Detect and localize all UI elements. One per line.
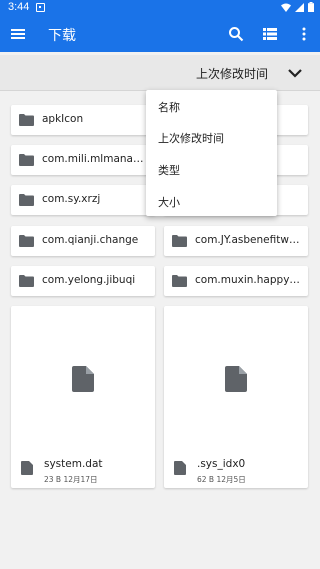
folder-icon [19,194,34,206]
file-item[interactable]: system.dat 23 B 12月17日 [11,306,155,488]
menu-button[interactable] [8,24,28,44]
menu-item-size[interactable]: 大小 [158,194,180,210]
status-time: 3:44 [8,1,30,13]
folder-name: com.yelong.jibuqi [42,274,136,286]
folder-icon [19,275,34,287]
folder-item[interactable]: com.mili.mlmanager [11,145,155,175]
more-vert-icon [302,27,306,41]
file-name: system.dat [44,458,103,470]
sort-menu: 名称 上次修改时间 类型 大小 [146,90,277,216]
folder-name: com.qianji.change [42,234,139,246]
folder-name: com.mili.mlmanager [42,153,149,165]
folder-name: com.JY.asbenefitwal... [195,234,302,246]
folder-item[interactable]: com.JY.asbenefitwal... [164,226,308,256]
appbar-actions [226,24,314,44]
menu-item-name[interactable]: 名称 [158,99,180,115]
page-title: 下载 [48,28,76,44]
file-meta: 23 B 12月17日 [44,475,98,484]
file-type-icon [174,461,186,475]
wifi-icon [281,3,291,12]
battery-icon [308,2,314,12]
file-meta: 62 B 12月5日 [197,475,246,484]
folder-item[interactable]: apkIcon [11,105,155,135]
app-bar: 下载 [0,16,320,52]
folder-item[interactable]: com.yelong.jibuqi [11,266,155,296]
more-options-button[interactable] [294,24,314,44]
list-view-icon [263,28,277,40]
folder-name: com.muxin.happysp... [195,274,302,286]
notification-icon [36,3,45,12]
chevron-down-icon[interactable] [286,64,304,82]
folder-name: com.sy.xrzj [42,193,101,205]
folder-name: apkIcon [42,113,84,125]
status-bar: 3:44 [0,0,320,16]
file-type-icon [21,461,33,475]
folder-icon [19,114,34,126]
search-icon [229,27,244,42]
menu-item-modified[interactable]: 上次修改时间 [158,130,224,146]
file-icon [72,366,94,392]
menu-item-type[interactable]: 类型 [158,162,180,178]
folder-item[interactable]: com.muxin.happysp... [164,266,308,296]
hamburger-icon [11,29,25,39]
folder-icon [172,235,187,247]
sort-label: 上次修改时间 [195,67,268,81]
search-button[interactable] [226,24,246,44]
file-item[interactable]: .sys_idx0 62 B 12月5日 [164,306,308,488]
folder-icon [172,275,187,287]
status-indicators [281,2,314,12]
folder-item[interactable]: com.sy.xrzj [11,185,155,215]
folder-icon [19,235,34,247]
folder-icon [19,154,34,166]
folder-item[interactable]: com.qianji.change [11,226,155,256]
sort-bar[interactable]: 上次修改时间 [0,55,320,91]
file-name: .sys_idx0 [197,458,246,470]
file-icon [225,366,247,392]
signal-icon [295,2,304,12]
view-toggle-button[interactable] [260,24,280,44]
